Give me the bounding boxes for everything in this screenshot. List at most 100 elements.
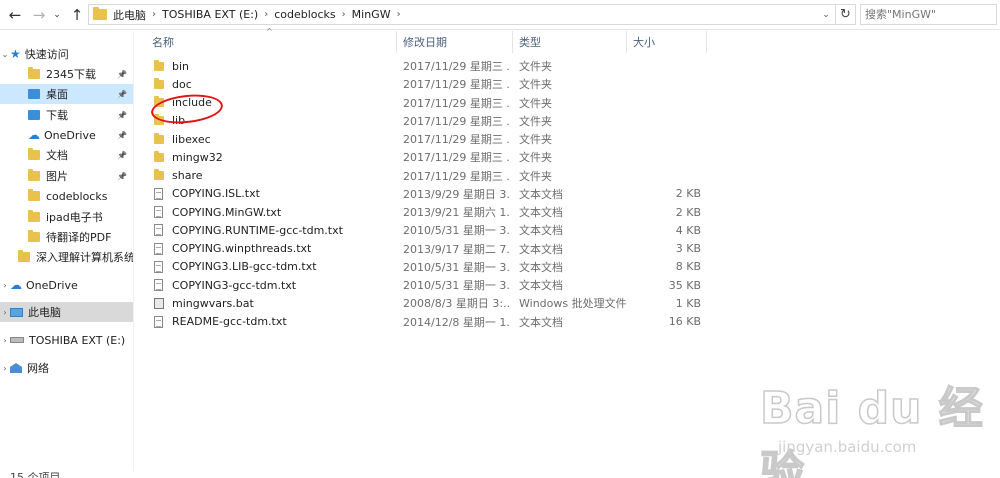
pin-icon[interactable]: 📌 bbox=[117, 111, 127, 120]
table-row[interactable]: COPYING.ISL.txt 2013/9/29 星期日 3... 文本文档 2 K… bbox=[146, 185, 706, 203]
file-type-cell: 文本文档 bbox=[519, 279, 563, 292]
nav-item-9[interactable]: 深入理解计算机系统 bbox=[0, 247, 133, 267]
address-toolbar: ← → ⌄ ↑ 此电脑 › TOSHIBA EXT (E:) › codeblocks ›… bbox=[0, 0, 1000, 30]
file-size-cell: 3 KB bbox=[675, 242, 701, 255]
file-size-cell: 16 KB bbox=[668, 315, 701, 328]
batch-file-icon bbox=[154, 297, 164, 309]
chevron-right-icon[interactable]: › bbox=[0, 281, 10, 290]
breadcrumb-separator-icon[interactable]: › bbox=[264, 9, 268, 20]
nav-item-7[interactable]: ipad电子书 bbox=[0, 207, 133, 227]
column-header-size[interactable]: 大小 bbox=[627, 31, 707, 53]
chevron-down-icon[interactable]: ⌄ bbox=[819, 7, 833, 22]
text-file-icon bbox=[154, 206, 163, 218]
file-name-cell[interactable]: mingwvars.bat bbox=[154, 297, 394, 310]
cloud-icon: ☁ bbox=[10, 278, 22, 292]
file-name: COPYING.RUNTIME-gcc-tdm.txt bbox=[172, 223, 343, 237]
nav-label: TOSHIBA EXT (E:) bbox=[29, 333, 126, 347]
table-row[interactable]: COPYING.winpthreads.txt 2013/9/17 星期二 7..… bbox=[146, 240, 706, 258]
refresh-icon[interactable]: ↻ bbox=[836, 4, 856, 25]
search-input[interactable] bbox=[860, 4, 997, 25]
breadcrumb-item[interactable]: codeblocks bbox=[274, 8, 335, 21]
file-type-cell: 文本文档 bbox=[519, 242, 563, 256]
table-row[interactable]: mingw32 2017/11/29 星期三 ... 文件夹 bbox=[146, 148, 706, 166]
file-name-cell[interactable]: libexec bbox=[154, 132, 394, 146]
nav-onedrive[interactable]: › ☁ OneDrive bbox=[0, 275, 133, 295]
breadcrumb-item[interactable]: MinGW bbox=[352, 8, 391, 21]
nav-item-4[interactable]: 文档 📌 bbox=[0, 145, 133, 165]
nav-item-0[interactable]: 2345下载 📌 bbox=[0, 64, 133, 84]
breadcrumb-separator-icon[interactable]: › bbox=[342, 9, 346, 20]
nav-item-1[interactable]: 桌面 📌 bbox=[0, 84, 133, 104]
file-name-cell[interactable]: COPYING.winpthreads.txt bbox=[154, 242, 394, 255]
file-name-cell[interactable]: COPYING3.LIB-gcc-tdm.txt bbox=[154, 260, 394, 273]
file-name-cell[interactable]: doc bbox=[154, 77, 394, 91]
chevron-down-icon[interactable]: ⌄ bbox=[0, 50, 10, 59]
table-row[interactable]: COPYING.MinGW.txt 2013/9/21 星期六 1... 文本文档 2… bbox=[146, 203, 706, 221]
pin-icon[interactable]: 📌 bbox=[117, 90, 127, 99]
pin-icon[interactable]: 📌 bbox=[117, 70, 127, 79]
status-item-count: 15 个项目 bbox=[10, 471, 61, 478]
table-row[interactable]: COPYING.RUNTIME-gcc-tdm.txt 2010/5/31 星期一… bbox=[146, 221, 706, 239]
table-row[interactable]: mingwvars.bat 2008/8/3 星期日 3:... Windows 批… bbox=[146, 294, 706, 312]
nav-item-5[interactable]: 图片 📌 bbox=[0, 166, 133, 186]
file-name-cell[interactable]: COPYING.RUNTIME-gcc-tdm.txt bbox=[154, 224, 394, 237]
nav-item-3[interactable]: ☁ OneDrive 📌 bbox=[0, 125, 133, 145]
nav-item-6[interactable]: codeblocks bbox=[0, 186, 133, 206]
breadcrumb-item[interactable]: 此电脑 bbox=[113, 7, 146, 23]
network-icon bbox=[10, 363, 22, 373]
table-row[interactable]: share 2017/11/29 星期三 ... 文件夹 bbox=[146, 167, 706, 185]
chevron-down-icon[interactable]: ⌄ bbox=[50, 4, 64, 26]
file-name-cell[interactable]: COPYING3-gcc-tdm.txt bbox=[154, 279, 394, 292]
nav-this-pc[interactable]: › 此电脑 bbox=[0, 302, 133, 322]
table-row[interactable]: README-gcc-tdm.txt 2014/12/8 星期一 1... 文本文档… bbox=[146, 313, 706, 331]
text-file-icon bbox=[154, 242, 163, 255]
nav-label: codeblocks bbox=[46, 189, 108, 203]
breadcrumb-item[interactable]: TOSHIBA EXT (E:) bbox=[162, 8, 258, 21]
table-row[interactable]: lib 2017/11/29 星期三 ... 文件夹 bbox=[146, 112, 706, 130]
pin-icon[interactable]: 📌 bbox=[117, 151, 127, 160]
file-name-cell[interactable]: mingw32 bbox=[154, 150, 394, 164]
address-bar[interactable]: 此电脑 › TOSHIBA EXT (E:) › codeblocks › MinGW › ⌄ bbox=[88, 4, 836, 25]
chevron-right-icon[interactable]: › bbox=[0, 308, 10, 317]
chevron-right-icon[interactable]: › bbox=[0, 364, 10, 373]
folder-icon bbox=[93, 7, 107, 20]
file-name-cell[interactable]: README-gcc-tdm.txt bbox=[154, 315, 394, 328]
file-name-cell[interactable]: COPYING.MinGW.txt bbox=[154, 206, 394, 219]
file-date-cell: 2017/11/29 星期三 ... bbox=[403, 151, 511, 165]
table-row[interactable]: bin 2017/11/29 星期三 ... 文件夹 bbox=[146, 57, 706, 75]
file-name-cell[interactable]: COPYING.ISL.txt bbox=[154, 187, 394, 200]
table-row[interactable]: COPYING3-gcc-tdm.txt 2010/5/31 星期一 3... 文本… bbox=[146, 276, 706, 294]
folder-icon bbox=[154, 169, 164, 180]
folder-icon bbox=[18, 250, 30, 262]
nav-label: OneDrive bbox=[26, 278, 78, 292]
file-date-cell: 2008/8/3 星期日 3:... bbox=[403, 297, 511, 311]
forward-arrow-icon[interactable]: → bbox=[28, 4, 50, 26]
column-header-type[interactable]: 类型 bbox=[513, 31, 627, 53]
nav-item-8[interactable]: 待翻译的PDF bbox=[0, 227, 133, 247]
nav-drive[interactable]: › TOSHIBA EXT (E:) bbox=[0, 330, 133, 350]
watermark-url: jingyan.baidu.com bbox=[778, 438, 917, 456]
breadcrumb-separator-icon[interactable]: › bbox=[152, 9, 156, 20]
up-arrow-icon[interactable]: ↑ bbox=[66, 4, 88, 26]
table-row[interactable]: include 2017/11/29 星期三 ... 文件夹 bbox=[146, 94, 706, 112]
table-row[interactable]: COPYING3.LIB-gcc-tdm.txt 2010/5/31 星期一 3.… bbox=[146, 258, 706, 276]
file-name-cell[interactable]: bin bbox=[154, 59, 394, 73]
pin-icon[interactable]: 📌 bbox=[117, 131, 127, 140]
nav-quick-access[interactable]: ⌄ ★ 快速访问 bbox=[0, 44, 133, 64]
nav-label: 此电脑 bbox=[28, 306, 61, 319]
column-label: 名称 bbox=[152, 36, 174, 49]
file-name-cell[interactable]: share bbox=[154, 169, 394, 182]
nav-network[interactable]: › 网络 bbox=[0, 358, 133, 378]
nav-label: OneDrive bbox=[44, 128, 96, 142]
back-arrow-icon[interactable]: ← bbox=[4, 4, 26, 26]
file-name: COPYING.ISL.txt bbox=[172, 187, 260, 201]
nav-label: 网络 bbox=[27, 362, 49, 375]
nav-item-2[interactable]: 下载 📌 bbox=[0, 105, 133, 125]
breadcrumb-separator-icon[interactable]: › bbox=[397, 9, 401, 20]
table-row[interactable]: doc 2017/11/29 星期三 ... 文件夹 bbox=[146, 75, 706, 93]
table-row[interactable]: libexec 2017/11/29 星期三 ... 文件夹 bbox=[146, 130, 706, 148]
file-date-cell: 2017/11/29 星期三 ... bbox=[403, 78, 511, 92]
pin-icon[interactable]: 📌 bbox=[117, 172, 127, 181]
column-header-date[interactable]: 修改日期 bbox=[397, 31, 513, 53]
chevron-right-icon[interactable]: › bbox=[0, 336, 10, 345]
